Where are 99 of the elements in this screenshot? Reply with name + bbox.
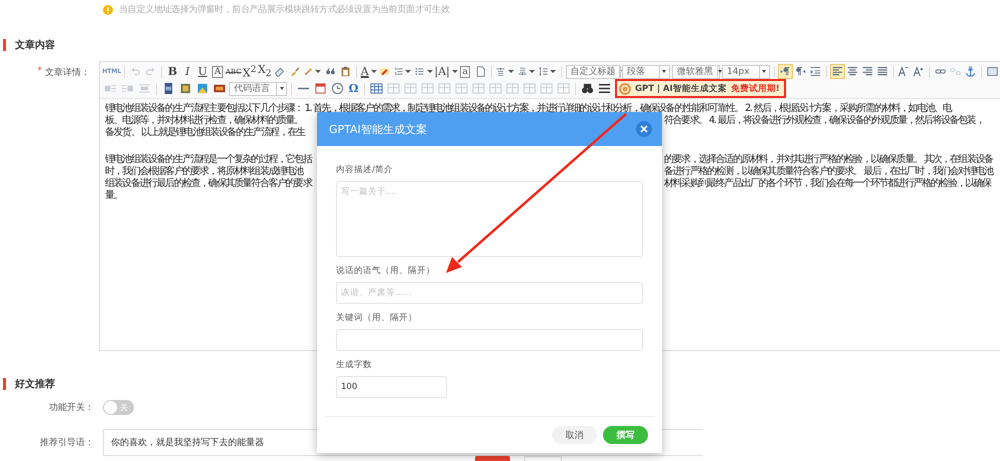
table-edit-icon <box>455 82 468 95</box>
section-title: 好文推荐 <box>15 378 55 391</box>
align-right-icon <box>862 65 873 78</box>
clipboard-icon <box>340 65 352 78</box>
picture-frame-icon <box>179 82 192 95</box>
paragraph-text: 量。 <box>105 190 122 202</box>
unlink-icon <box>950 65 962 78</box>
eraser-icon <box>274 65 286 78</box>
image-icon <box>986 65 998 78</box>
calendar-icon <box>314 82 327 95</box>
align-left-icon <box>832 65 843 78</box>
format-button[interactable]: X$^{2}$ <box>242 64 258 79</box>
case-upper-icon <box>898 65 910 78</box>
pictures-icon <box>196 82 209 95</box>
spacing-top-icon <box>496 65 506 78</box>
warning-icon <box>103 4 113 14</box>
toolbar-button[interactable] <box>536 64 558 79</box>
bullet-list-icon <box>415 65 425 78</box>
table-edit-icon <box>421 82 434 95</box>
field-label: 功能开关： <box>48 402 94 414</box>
ai-generate-button[interactable]: GPT | AI智能生成文案 免费试用期! <box>615 79 786 98</box>
field-label: 生成字数 <box>336 359 373 371</box>
table-edit-icon <box>472 82 485 95</box>
spacing-bottom-icon <box>518 65 527 78</box>
table-edit-icon <box>387 82 400 95</box>
indent-icon <box>810 65 821 78</box>
paragraph-text: 组装设备进行最后的检查，确保其质量符合客户的要求 <box>105 178 312 190</box>
brush-icon <box>289 65 300 78</box>
undo-icon <box>130 65 142 78</box>
image-center-icon <box>162 82 175 95</box>
required-mark: * <box>38 66 42 76</box>
dropdown[interactable]: 代码语言 <box>229 82 287 96</box>
line-height-icon <box>538 65 548 78</box>
table-edit-icon <box>489 82 502 95</box>
format-button[interactable]: B <box>165 64 180 79</box>
input-field[interactable] <box>336 329 643 351</box>
toolbar-button[interactable] <box>596 81 613 96</box>
input-field[interactable]: 诙谐、严肃等...... <box>336 282 643 304</box>
toolbar-button[interactable] <box>830 64 845 79</box>
align-center-icon <box>846 65 858 78</box>
paragraph-text: 锂电池组装设备的生产流程主要包括以下几个步骤： 1. 首先，根据客户的需求，制定锂电池组装设备的设计方案，并进行详细的设计和分析，确保设备的性能和可靠性。 2. 然后，根据设计方案，采购所需的材料，如电池、电 <box>105 103 952 114</box>
dialog-title: GPTAI智能生成文案 <box>329 122 427 136</box>
table-icon <box>370 82 383 95</box>
menu-icon <box>598 82 611 95</box>
float-none-icon <box>138 82 151 95</box>
table-edit-icon <box>523 82 536 95</box>
paragraph-text: 板、电源等，并对材料进行检查，确保材料的质量。 <box>105 115 303 126</box>
dropdown[interactable]: 段落 <box>622 64 670 78</box>
format-button[interactable]: a <box>458 64 473 79</box>
section-title: 文章内容 <box>15 38 55 52</box>
format-button[interactable]: Ω <box>346 81 361 96</box>
input-field[interactable]: 100 <box>336 376 447 398</box>
format-button[interactable]: U <box>195 64 210 79</box>
anchor-icon <box>965 65 976 78</box>
paragraph-ltr-icon <box>780 65 791 78</box>
toolbar-button[interactable] <box>778 64 793 79</box>
case-lower-icon <box>913 65 924 78</box>
table-edit-icon <box>404 82 417 95</box>
field-label: 文章详情： <box>45 66 90 79</box>
clock-icon <box>331 82 344 95</box>
toolbar-button[interactable] <box>579 81 596 96</box>
format-button[interactable]: I <box>180 64 196 79</box>
table-edit-icon <box>557 82 570 95</box>
dropdown[interactable]: 14px <box>722 64 770 78</box>
close-button[interactable] <box>636 121 652 137</box>
dropdown[interactable]: 微软雅黑 <box>672 64 720 78</box>
paragraph-text: 符合要求。 4. 最后，将设备进行外观检查，确保设备的外观质量，然后将设备包装， <box>663 115 985 127</box>
dropdown[interactable]: 自定义标题 <box>566 64 620 78</box>
binoculars-icon <box>581 82 594 95</box>
field-label: 内容描述/简介 <box>336 164 394 176</box>
text-area[interactable]: 写一篇关于.... <box>336 181 643 257</box>
toolbar-button[interactable] <box>329 81 346 96</box>
paragraph-text: 的要求，选择合适的原材料，并对其进行严格的检验，以确保质量。 其次，在组装设备 <box>663 154 994 166</box>
redo-icon <box>145 65 156 78</box>
table-edit-icon <box>438 82 451 95</box>
cancel-button[interactable]: 取消 <box>552 426 597 444</box>
paragraph-text: 材料采购到最终产品出厂的各个环节，我们会在每一个环节都进行严格的检验，以确保 <box>663 178 992 190</box>
swirl-icon <box>619 82 631 94</box>
close-icon <box>640 125 648 133</box>
notice-text: 当自定义地址选择为弹窗时，前台产品展示模块跳转方式必须设置为当前页面才可生效 <box>119 4 450 16</box>
field-label: 关键词（用、隔开） <box>336 312 418 324</box>
format-button[interactable]: X$_{2}$ <box>257 64 272 79</box>
toolbar-button[interactable] <box>984 64 1000 79</box>
field-label: 说话的语气（用、隔开） <box>336 265 436 277</box>
format-button[interactable]: A <box>210 64 226 79</box>
format-button[interactable]: |A| <box>434 64 458 79</box>
numbered-list-icon <box>394 65 404 78</box>
field-label: 推荐引导语： <box>39 436 94 449</box>
paragraph-rtl-icon <box>794 65 806 78</box>
table-edit-icon <box>540 82 553 95</box>
paragraph-text: 备发货。 以上就是锂电池组装设备的生产流程，在生 <box>105 127 305 139</box>
document-icon <box>474 65 486 78</box>
format-button[interactable]: A <box>360 64 378 79</box>
paragraph-text: 时，我们会根据客户的要求，将原材料组装成锂电池 <box>105 166 303 178</box>
paragraph-text: 备进行严格的检测，以确保其质量符合客户的要求。 最后，在出厂时，我们会对锂电池 <box>663 166 994 178</box>
paragraph-text: 锂电池组装设备的生产流程是一个复杂的过程，它包括 <box>105 154 312 166</box>
align-justify-icon <box>876 65 888 78</box>
table-edit-icon <box>506 82 519 95</box>
film-icon <box>213 82 226 95</box>
